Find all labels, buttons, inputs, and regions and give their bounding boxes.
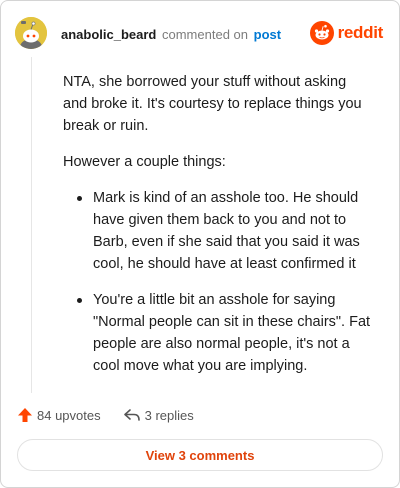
commented-on-text: commented on: [162, 27, 248, 42]
comment-card: anabolic_beard commented on post reddit …: [0, 0, 400, 488]
upvote-button[interactable]: 84 upvotes: [17, 407, 101, 423]
comment-paragraph: NTA, she borrowed your stuff without ask…: [63, 74, 362, 134]
comment-meta: anabolic_beard commented on post: [61, 27, 281, 43]
thread-line: [31, 57, 32, 393]
reddit-snoo-icon: [309, 21, 334, 45]
avatar[interactable]: [15, 17, 47, 49]
upvote-count: 84 upvotes: [37, 407, 101, 423]
comment-body: NTA, she borrowed your stuff without ask…: [63, 71, 373, 391]
reddit-wordmark: reddit: [337, 23, 384, 42]
reply-count: 3 replies: [144, 407, 194, 423]
bullet-item: You're a little bit an asshole for sayin…: [77, 289, 373, 377]
post-link[interactable]: post: [254, 27, 281, 42]
view-comments-button[interactable]: View 3 comments: [17, 439, 383, 471]
snoo-avatar-icon: [15, 17, 47, 49]
comment-header: anabolic_beard commented on post reddit: [15, 17, 385, 51]
comment-paragraph: However a couple things:: [63, 154, 226, 170]
comment-actions: 84 upvotes 3 replies: [17, 405, 216, 425]
username-link[interactable]: anabolic_beard: [61, 27, 156, 42]
comment-bullet-list: Mark is kind of an asshole too. He shoul…: [63, 187, 373, 377]
reddit-logo[interactable]: reddit: [309, 20, 384, 46]
replies-button[interactable]: 3 replies: [123, 407, 194, 423]
reply-arrow-icon: [123, 409, 140, 421]
upvote-arrow-icon: [18, 408, 32, 422]
bullet-item: Mark is kind of an asshole too. He shoul…: [77, 187, 373, 275]
